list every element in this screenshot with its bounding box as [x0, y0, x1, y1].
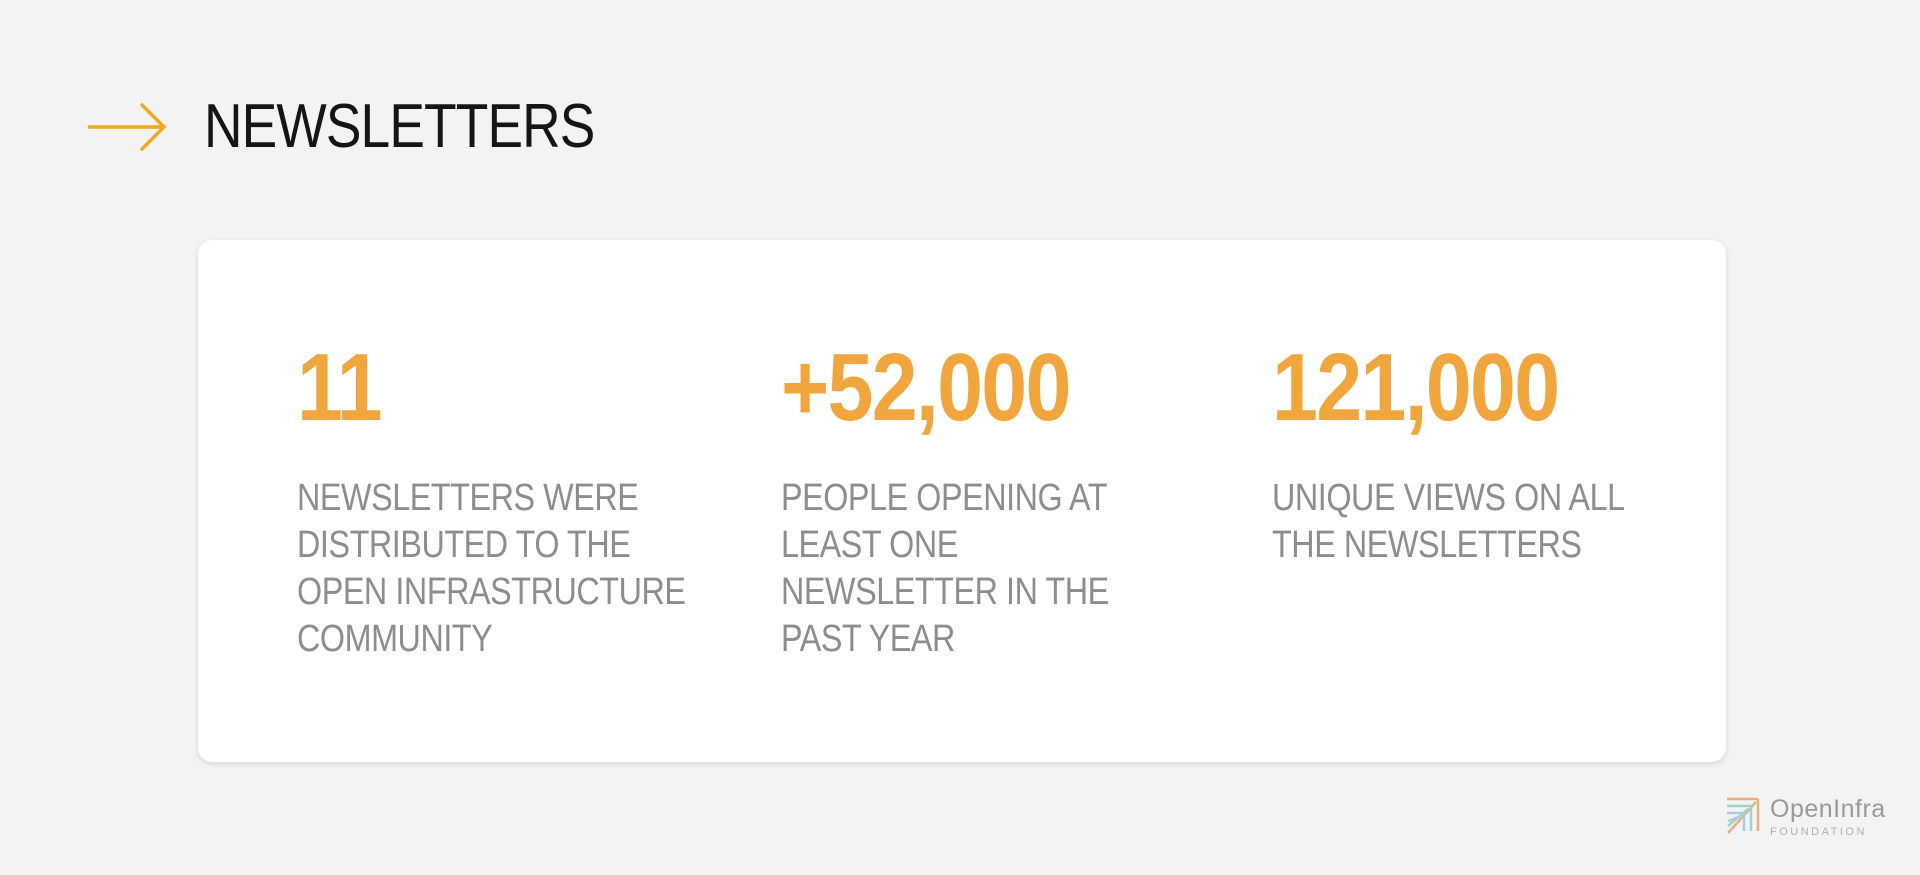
- stat-description: NEWSLETTERS WERE DISTRIBUTED TO THE OPEN…: [297, 477, 686, 660]
- stat-value: 11: [297, 334, 383, 441]
- stat-description: UNIQUE VIEWS ON ALL THE NEWSLETTERS: [1272, 477, 1624, 566]
- page-title: NEWSLETTERS: [204, 92, 595, 161]
- openinfra-logo-mark-icon: [1727, 797, 1760, 834]
- stat-description: PEOPLE OPENING AT LEAST ONE NEWSLETTER I…: [781, 477, 1109, 660]
- logo-name: OpenInfra: [1770, 795, 1886, 823]
- stats-card: 11 NEWSLETTERS WERE DISTRIBUTED TO THE O…: [198, 240, 1726, 762]
- logo-subtitle: FOUNDATION: [1770, 826, 1867, 838]
- openinfra-logo: OpenInfra FOUNDATION: [1724, 795, 1886, 839]
- stat-value: 121,000: [1272, 334, 1560, 441]
- logo-text: OpenInfra FOUNDATION: [1770, 795, 1886, 839]
- stat-value: +52,000: [781, 334, 1071, 441]
- arrow-right-icon: [88, 103, 166, 151]
- page-header: NEWSLETTERS: [88, 92, 658, 162]
